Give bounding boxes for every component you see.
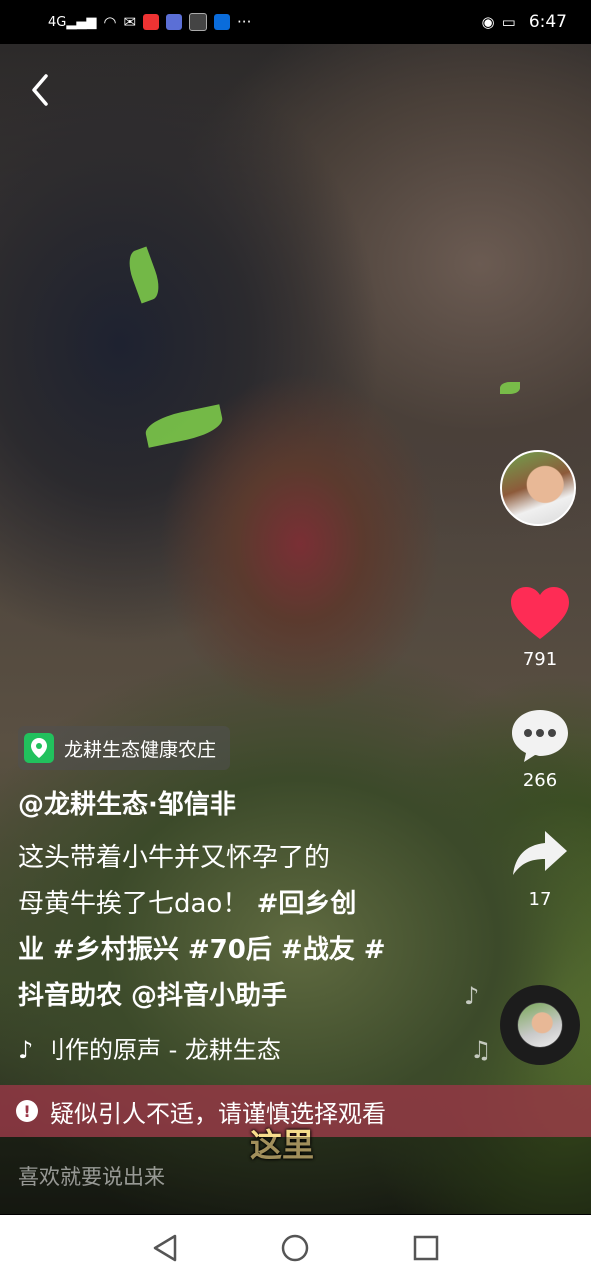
music-app-icon bbox=[166, 14, 183, 30]
music-note-icon: ♫ bbox=[470, 1036, 492, 1064]
leaf-decoration bbox=[500, 382, 520, 394]
share-arrow-icon bbox=[513, 831, 567, 875]
leaf-decoration bbox=[142, 404, 226, 448]
network-type: 4G bbox=[48, 14, 67, 30]
comment-input[interactable]: 喜欢就要说出来 bbox=[0, 1137, 591, 1215]
hand-app-icon bbox=[189, 13, 208, 31]
location-label: 龙耕生态健康农庄 bbox=[64, 738, 217, 761]
comment-button[interactable]: 266 bbox=[505, 706, 575, 791]
video-description: 这头带着小牛并又怀孕了的 母黄牛挨了七dao！ #回乡创 业 #乡村振兴 #70… bbox=[18, 835, 428, 1019]
music-disc-button[interactable] bbox=[500, 985, 580, 1065]
description-line: 母黄牛挨了七dao！ #回乡创 bbox=[18, 881, 428, 927]
hashtag-line[interactable]: 抖音助农 @抖音小助手 bbox=[18, 973, 428, 1019]
status-left: 4G▂▄▆ ◠ ✉ ··· bbox=[48, 13, 251, 31]
more-icon: ··· bbox=[237, 13, 252, 31]
wechat-icon: ✉ bbox=[123, 13, 137, 31]
zhihu-icon bbox=[214, 14, 231, 30]
heart-icon bbox=[511, 587, 569, 639]
comment-placeholder: 喜欢就要说出来 bbox=[18, 1165, 165, 1189]
nav-recents-button[interactable] bbox=[406, 1228, 446, 1268]
hashtag-link[interactable]: #回乡创 bbox=[257, 889, 357, 919]
share-button[interactable]: 17 bbox=[505, 825, 575, 910]
nav-back-button[interactable] bbox=[145, 1228, 185, 1268]
signal-icon: 4G▂▄▆ bbox=[48, 14, 97, 30]
music-disc-cover bbox=[518, 1003, 562, 1047]
app-red-icon bbox=[143, 14, 160, 30]
author-name[interactable]: @龙耕生态·邹信非 bbox=[18, 784, 236, 821]
triangle-back-icon bbox=[153, 1234, 177, 1261]
music-note-icon: ♪ bbox=[464, 982, 480, 1010]
comment-count: 266 bbox=[522, 770, 558, 791]
location-pin-icon bbox=[24, 733, 54, 763]
hashtag-line[interactable]: 业 #乡村振兴 #70后 #战友 # bbox=[18, 927, 428, 973]
like-button[interactable]: 791 bbox=[505, 585, 575, 670]
wifi-icon: ◠ bbox=[103, 13, 117, 31]
description-line: 这头带着小牛并又怀孕了的 bbox=[18, 843, 331, 873]
warning-text: 疑似引人不适，请谨慎选择观看 bbox=[50, 1099, 386, 1128]
battery-icon: ▭ bbox=[501, 13, 516, 31]
author-avatar[interactable] bbox=[500, 450, 576, 526]
comment-bubble-icon bbox=[512, 710, 568, 762]
chevron-left-icon bbox=[32, 74, 48, 106]
exclamation-icon: ! bbox=[16, 1100, 38, 1122]
circle-home-icon bbox=[282, 1234, 309, 1261]
leaf-decoration bbox=[123, 246, 165, 304]
description-text: 母黄牛挨了七dao！ bbox=[18, 889, 249, 919]
back-button[interactable] bbox=[22, 70, 58, 110]
status-right: ◉ ▭ 6:47 bbox=[482, 12, 567, 32]
nav-home-button[interactable] bbox=[275, 1228, 315, 1268]
status-bar: 4G▂▄▆ ◠ ✉ ··· ◉ ▭ 6:47 bbox=[0, 0, 591, 44]
like-count: 791 bbox=[522, 649, 558, 670]
square-recents-icon bbox=[413, 1235, 439, 1260]
eye-icon: ◉ bbox=[481, 13, 495, 31]
music-title[interactable]: ♪ 刂作的原声 - 龙耕生态 bbox=[18, 1030, 318, 1065]
status-time: 6:47 bbox=[528, 12, 567, 32]
share-count: 17 bbox=[528, 889, 552, 910]
location-tag[interactable]: 龙耕生态健康农庄 bbox=[18, 726, 231, 770]
system-nav-bar bbox=[0, 1215, 591, 1280]
